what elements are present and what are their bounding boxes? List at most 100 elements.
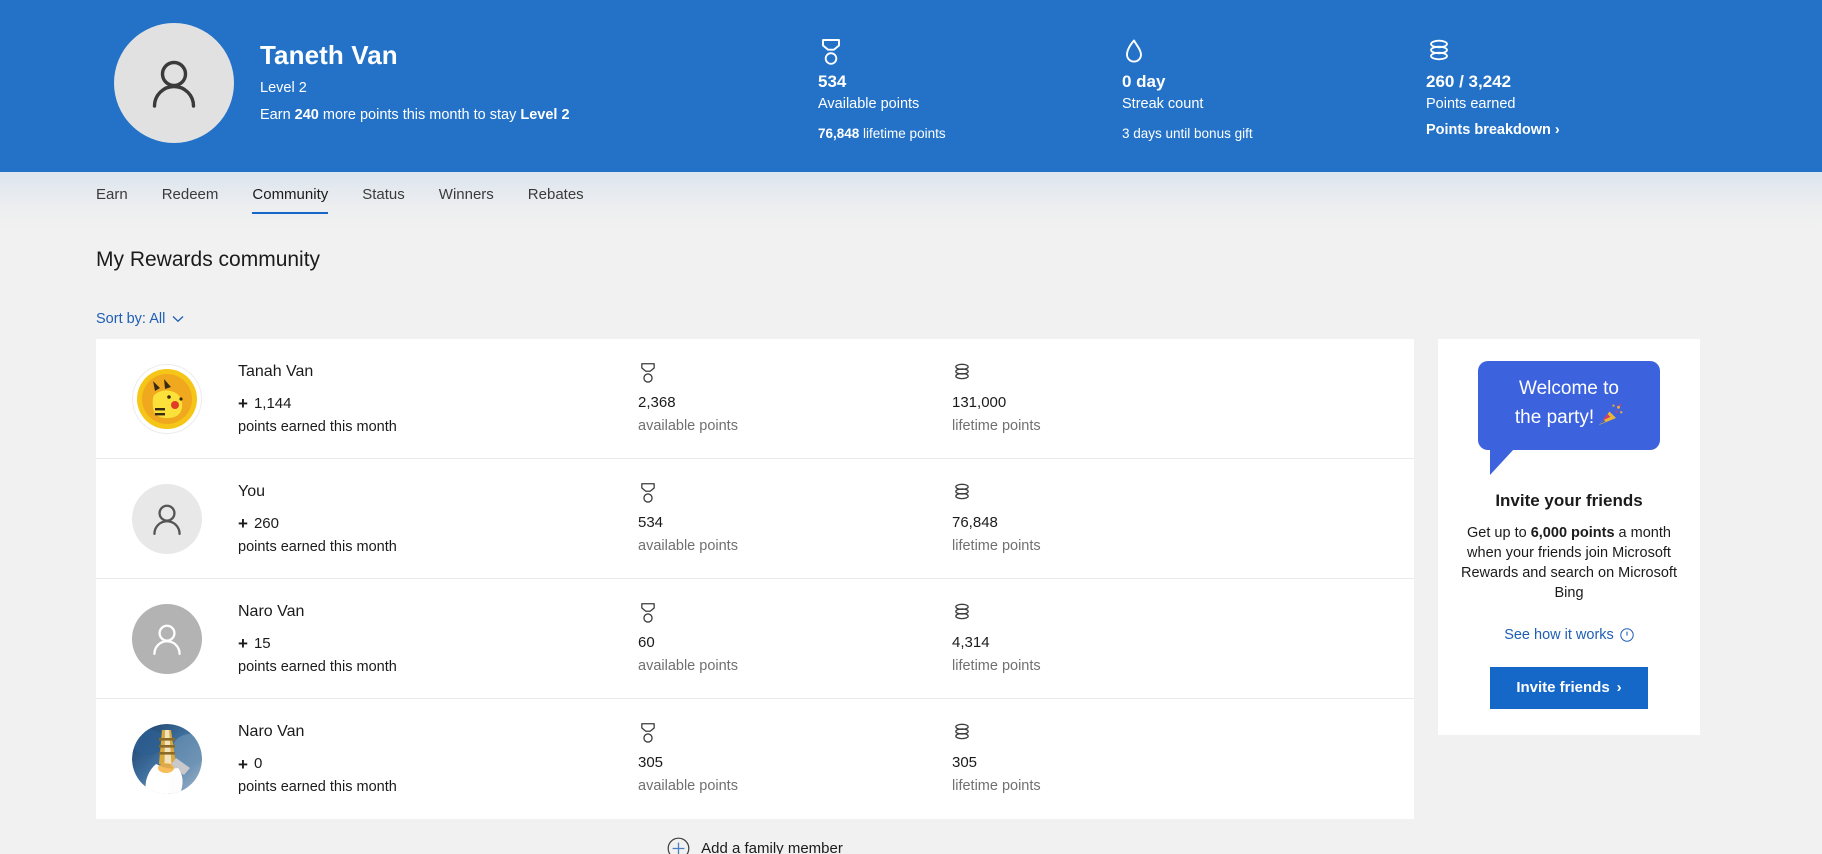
plus-icon: + [238,754,248,774]
lifetime-points-value: 305 [952,754,978,771]
medal-icon [641,723,655,743]
tab-community[interactable]: Community [252,184,328,214]
sort-by-dropdown[interactable]: Sort by: All [96,309,184,329]
tab-redeem[interactable]: Redeem [162,184,219,214]
coins-icon [1430,39,1448,61]
chevron-down-icon [172,315,184,323]
stat-label: Points earned [1426,96,1516,112]
member-identity: Tanah Van +1,144 points earned this mont… [238,361,638,437]
available-points-value: 60 [638,633,655,651]
available-points-label: available points [638,778,738,794]
profile-name: Taneth Van [260,39,398,70]
stat-value: 0 day [1122,72,1166,91]
available-points-value: 2,368 [638,393,676,411]
medal-icon [822,39,840,65]
table-row[interactable]: Tanah Van +1,144 points earned this mont… [96,339,1414,459]
avatar [132,483,202,554]
member-available-points: 305 available points [638,722,952,796]
tab-rebates[interactable]: Rebates [528,184,584,214]
stat-value: 260 / 3,242 [1426,72,1512,91]
profile-block: Taneth Van Level 2 Earn 240 more points … [114,23,570,143]
member-available-points: 60 available points [638,602,952,676]
welcome-bubble: Welcome to the party! [1478,361,1660,475]
invite-card-title: Invite your friends [1495,491,1643,510]
member-points-delta: +1,144 [238,394,638,414]
profile-level: Level 2 [260,79,307,96]
chevron-right-icon: › [1554,122,1560,138]
member-name: Naro Van [238,723,305,740]
member-lifetime-points: 305 lifetime points [952,722,1041,796]
medal-icon [641,602,655,623]
stat-extra: 3 days until bonus gift [1122,126,1253,141]
stat-streak-count: 0 day Streak count 3 days until bonus gi… [1122,38,1253,143]
member-identity: Naro Van +15 points earned this month [238,601,638,677]
available-points-value: 534 [638,513,664,531]
page-title: My Rewards community [96,248,321,271]
lifetime-points-label: lifetime points [952,657,1041,674]
member-delta-caption: points earned this month [238,418,397,435]
member-available-points: 2,368 available points [638,362,952,436]
stat-extra-rest: lifetime points [859,126,946,141]
lifetime-points-value: 76,848 [952,513,998,531]
member-identity: Naro Van +0 points earned this month [238,721,638,797]
invite-body-points: 6,000 points [1530,525,1615,541]
stat-available-points: 534 Available points 76,848 lifetime poi… [818,38,946,143]
tab-status[interactable]: Status [362,184,405,214]
stat-extra: 76,848 lifetime points [818,125,946,143]
available-points-value: 305 [638,754,664,771]
tab-winners[interactable]: Winners [439,184,494,214]
stat-label: Streak count [1122,96,1204,112]
rewards-community-page: Taneth Van Level 2 Earn 240 more points … [0,0,1822,854]
stat-label: Available points [818,96,920,112]
profile-progress-text: Earn 240 more points this month to stay … [260,106,570,124]
member-delta-value: 0 [253,755,263,772]
flame-icon [1126,39,1142,63]
available-points-label: available points [638,537,738,554]
info-icon [1620,628,1634,642]
avatar [132,603,202,674]
person-icon [153,504,181,535]
plus-icon: + [238,514,248,533]
person-icon [152,60,196,108]
medal-icon [641,482,655,503]
invite-friends-button[interactable]: Invite friends › [1490,667,1648,709]
coins-icon [955,363,969,379]
member-lifetime-points: 4,314 lifetime points [952,602,1041,676]
lifetime-points-value: 4,314 [952,633,990,651]
bubble-tail [1490,449,1514,475]
coins-icon [955,723,969,740]
plus-circle-icon [667,837,690,854]
member-delta-value: 260 [253,514,279,532]
plus-icon: + [238,394,248,413]
member-name: Tanah Van [238,362,314,380]
chevron-right-icon: › [1616,679,1622,696]
invite-body-prefix: Get up to [1467,525,1531,541]
member-lifetime-points: 76,848 lifetime points [952,482,1041,556]
see-how-it-works-link[interactable]: See how it works [1458,625,1680,645]
table-row[interactable]: Naro Van +0 points earned this month 305… [96,699,1414,819]
nav-bar: Earn Redeem Community Status Winners Reb… [0,172,1822,229]
member-delta-caption: points earned this month [238,658,397,675]
member-lifetime-points: 131,000 lifetime points [952,362,1041,436]
table-row[interactable]: You +260 points earned this month 534 av… [96,459,1414,579]
lifetime-points-value: 131,000 [952,393,1007,411]
member-name: Naro Van [238,602,305,620]
points-breakdown-label: Points breakdown [1426,122,1551,138]
avatar [114,23,234,143]
sort-by-label: Sort by: All [96,311,166,327]
member-delta-value: 15 [253,634,271,652]
member-identity: You +260 points earned this month [238,481,638,557]
hero-header: Taneth Van Level 2 Earn 240 more points … [0,0,1822,172]
plus-icon: + [238,634,248,653]
see-how-it-works-label: See how it works [1504,627,1614,643]
stat-extra-bold: 76,848 [818,126,860,141]
tab-earn[interactable]: Earn [96,184,128,214]
member-name: You [238,482,265,500]
points-breakdown-link[interactable]: Points breakdown › [1426,122,1560,138]
progress-middle: more points this month to stay [318,106,521,123]
member-delta-caption: points earned this month [238,538,397,555]
table-row[interactable]: Naro Van +15 points earned this month 60… [96,579,1414,699]
shuttle-launch-avatar-icon [132,724,202,794]
available-points-label: available points [638,417,738,434]
add-family-member-button[interactable]: Add a family member [96,837,1414,854]
